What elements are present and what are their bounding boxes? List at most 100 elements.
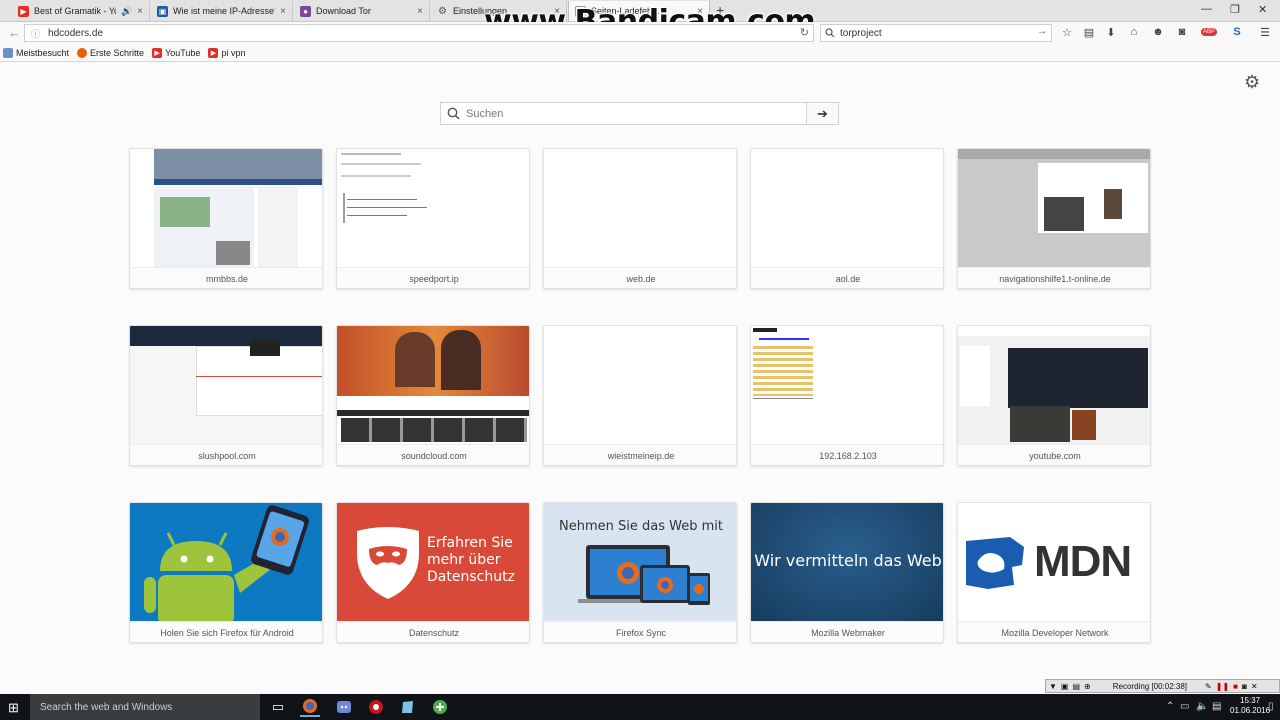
tile-thumbnail [130, 503, 322, 621]
notifications-icon[interactable]: ▯ [1268, 701, 1274, 712]
tile-aol[interactable]: aol.de [750, 148, 944, 289]
mdn-dino-logo [966, 537, 1024, 589]
home-icon[interactable]: ⌂ [1127, 25, 1141, 39]
taskbar-search[interactable]: Search the web and Windows [30, 694, 260, 720]
tile-mdn[interactable]: MDN Mozilla Developer Network [957, 502, 1151, 643]
discord-icon[interactable] [334, 697, 354, 717]
tile-label: Mozilla Webmaker [751, 621, 943, 642]
url-text: hdcoders.de [48, 27, 104, 39]
windows-taskbar: ⊞ Search the web and Windows ▭ ⌃ ▭ 🔈 ▤ 1… [0, 694, 1280, 720]
tile-thumbnail: Wir vermitteln das Web [751, 503, 943, 621]
stop-icon[interactable]: ■ [1233, 682, 1238, 691]
menu-icon[interactable]: ☰ [1258, 25, 1272, 39]
bookmark-meistbesucht[interactable]: Meistbesucht [3, 47, 70, 58]
webmaker-headline: Wir vermitteln das Web [754, 551, 942, 570]
search-go-icon[interactable]: → [1037, 26, 1047, 37]
pencil-icon[interactable]: ✎ [1205, 682, 1212, 691]
bookmark-youtube[interactable]: ▶ YouTube [152, 47, 200, 58]
taskbar-search-placeholder: Search the web and Windows [40, 701, 173, 713]
tile-label: Holen Sie sich Firefox für Android [130, 621, 322, 642]
sync-headline: Nehmen Sie das Web mit [559, 519, 723, 534]
tile-thumbnail [751, 326, 943, 444]
newtab-settings-gear-icon[interactable]: ⚙ [1244, 72, 1260, 93]
minimize-button[interactable]: — [1201, 3, 1212, 15]
window-icon[interactable]: ▣ [1061, 682, 1069, 691]
target-icon[interactable]: ⊕ [1084, 682, 1091, 691]
tile-firefox-sync[interactable]: Nehmen Sie das Web mit Firefox Sync [543, 502, 737, 643]
close-window-button[interactable]: ✕ [1258, 3, 1267, 16]
tab-title: Best of Gramatik - You… [34, 6, 116, 16]
tile-thumbnail [544, 149, 736, 267]
close-icon[interactable]: ✕ [1251, 682, 1258, 691]
search-submit-button[interactable]: ➔ [806, 103, 838, 124]
tile-webde[interactable]: web.de [543, 148, 737, 289]
tray-chevron-icon[interactable]: ⌃ [1166, 701, 1174, 712]
bookmark-erste-schritte[interactable]: Erste Schritte [77, 47, 145, 58]
datenschutz-text-line: Datenschutz [427, 569, 515, 585]
bookmark-pi-vpn[interactable]: ▶ pi vpn [208, 47, 246, 58]
s-extension-icon[interactable]: S [1230, 25, 1244, 39]
tile-slushpool[interactable]: slushpool.com [129, 325, 323, 466]
pause-icon[interactable]: ❚❚ [1216, 682, 1229, 691]
tor-icon: ● [300, 5, 311, 17]
tile-label: wieistmeineip.de [544, 444, 736, 465]
tile-thumbnail [130, 326, 322, 444]
camera-icon[interactable]: ◙ [1242, 682, 1247, 691]
tile-label: speedport.ip [337, 267, 529, 288]
task-view-icon[interactable]: ▭ [268, 697, 288, 717]
tile-mmbbs[interactable]: mmbbs.de [129, 148, 323, 289]
bookmark-label: pi vpn [221, 47, 246, 58]
tile-label: aol.de [751, 267, 943, 288]
tab-ip-address[interactable]: ▣ Wie ist meine IP-Adresse? × [151, 1, 293, 21]
pocket-icon[interactable]: ◙ [1175, 25, 1189, 39]
tile-wieistmeineip[interactable]: wieistmeineip.de [543, 325, 737, 466]
tile-mozilla-webmaker[interactable]: Wir vermitteln das Web Mozilla Webmaker [750, 502, 944, 643]
tile-label: Datenschutz [337, 621, 529, 642]
newtab-search[interactable]: Suchen ➔ [440, 102, 839, 125]
green-app-icon[interactable] [430, 697, 450, 717]
close-icon[interactable]: × [137, 6, 143, 17]
star-icon[interactable]: ☆ [1060, 25, 1074, 39]
close-icon[interactable]: × [280, 6, 286, 17]
restore-button[interactable]: ❐ [1230, 3, 1240, 16]
adblock-icon[interactable]: ABP [1199, 25, 1219, 39]
notes-icon[interactable] [398, 697, 418, 717]
tile-navigationshilfe[interactable]: navigationshilfe1.t-online.de [957, 148, 1151, 289]
privacy-shield-icon [357, 527, 419, 599]
url-bar[interactable]: ⓘ hdcoders.de ↻ [24, 24, 814, 42]
bandicam-icon[interactable] [366, 697, 386, 717]
bookmark-label: Meistbesucht [16, 47, 70, 58]
firefox-taskbar-icon[interactable] [300, 697, 320, 717]
info-icon[interactable]: ⓘ [31, 27, 40, 40]
tile-youtube[interactable]: youtube.com [957, 325, 1151, 466]
language-icon[interactable]: ▤ [1212, 701, 1221, 712]
tile-thumbnail [337, 326, 529, 444]
back-arrow-icon[interactable]: ← [8, 25, 21, 40]
taskbar-clock[interactable]: 15:37 01.06.2016 [1230, 696, 1270, 716]
chat-icon[interactable]: ☻ [1151, 25, 1165, 39]
tile-speedport[interactable]: speedport.ip [336, 148, 530, 289]
recording-status: Recording [00:02:38] [1112, 681, 1188, 691]
datenschutz-text-line: Erfahren Sie [427, 535, 513, 551]
reading-list-icon[interactable]: ▤ [1082, 25, 1096, 39]
dropdown-icon[interactable]: ▼ [1049, 682, 1057, 691]
search-bar[interactable]: torproject → [820, 24, 1052, 42]
volume-icon[interactable]: 🔈 [1196, 701, 1208, 712]
network-icon[interactable]: ▭ [1180, 701, 1189, 712]
windows-start-icon[interactable]: ⊞ [8, 700, 19, 716]
tile-soundcloud[interactable]: soundcloud.com [336, 325, 530, 466]
tile-192-168-2-103[interactable]: 192.168.2.103 [750, 325, 944, 466]
search-icon [825, 28, 835, 38]
tile-firefox-android[interactable]: Holen Sie sich Firefox für Android [129, 502, 323, 643]
tab-download-tor[interactable]: ● Download Tor × [294, 1, 430, 21]
reload-icon[interactable]: ↻ [800, 26, 809, 39]
download-icon[interactable]: ⬇ [1104, 25, 1118, 39]
tile-datenschutz[interactable]: Erfahren Sie mehr über Datenschutz Daten… [336, 502, 530, 643]
bookmark-label: Erste Schritte [90, 47, 145, 58]
fullscreen-icon[interactable]: ▤ [1072, 682, 1080, 691]
search-query: torproject [840, 27, 882, 39]
tab-youtube[interactable]: ▶ Best of Gramatik - You… 🔊 × [12, 1, 150, 21]
tile-label: Firefox Sync [544, 621, 736, 642]
speaker-icon[interactable]: 🔊 [121, 6, 132, 17]
close-icon[interactable]: × [417, 6, 423, 17]
